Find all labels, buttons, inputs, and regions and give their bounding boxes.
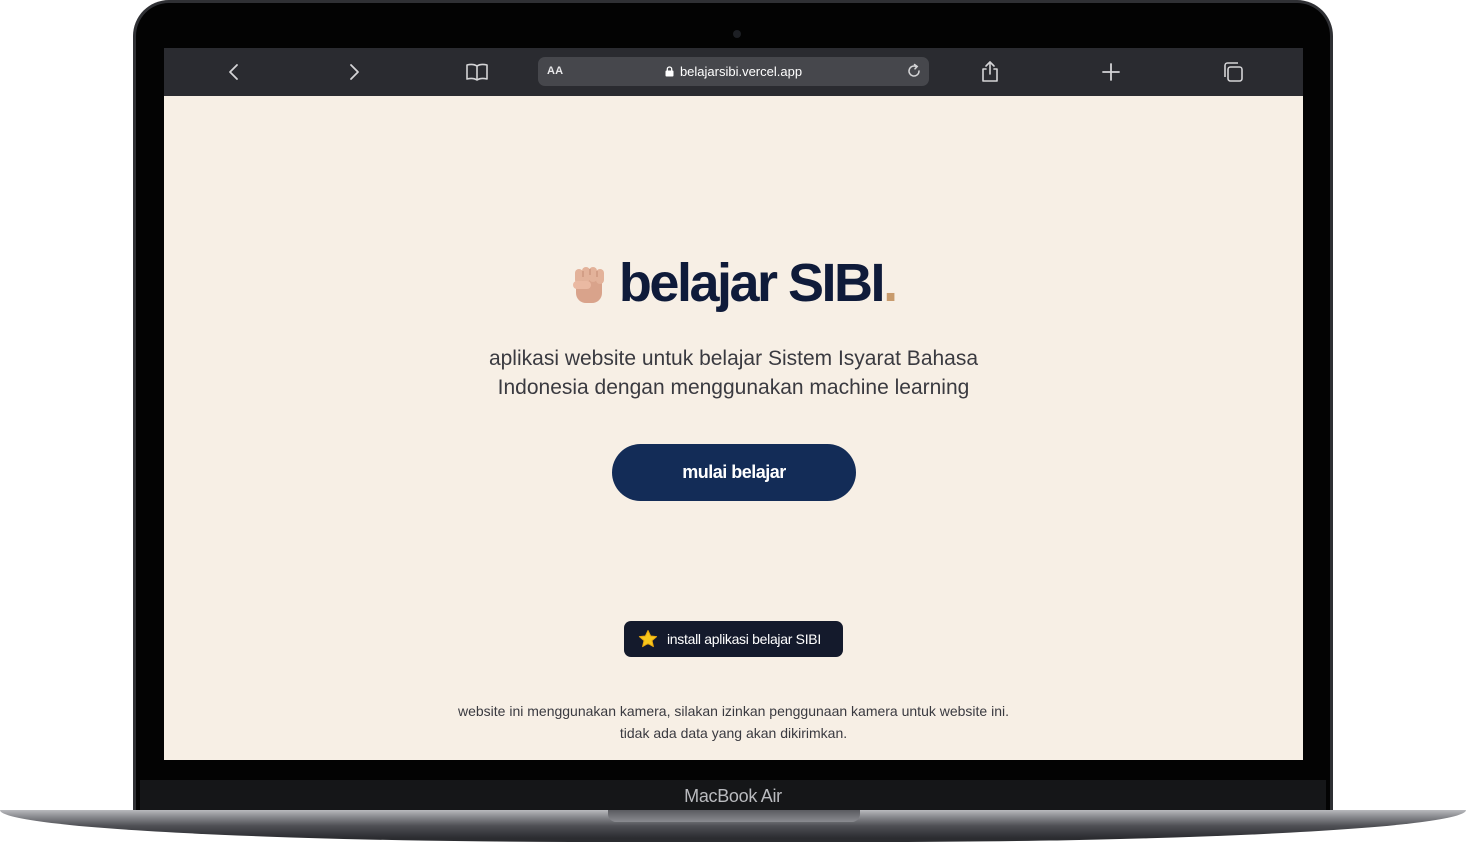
laptop-notch [608, 810, 860, 822]
browser-window: AA belajarsibi.vercel.app belajar SIBI. … [164, 48, 1303, 760]
bookmarks-icon[interactable] [465, 60, 489, 84]
web-page: belajar SIBI. aplikasi website untuk bel… [164, 96, 1303, 760]
camera-notice: website ini menggunakan kamera, silakan … [458, 703, 1009, 741]
forward-icon[interactable] [342, 60, 366, 84]
star-icon [638, 630, 658, 648]
url-display[interactable]: belajarsibi.vercel.app [538, 64, 929, 79]
lock-icon [665, 66, 674, 77]
url-text: belajarsibi.vercel.app [679, 64, 803, 79]
tabs-icon[interactable] [1221, 60, 1245, 84]
brand-title: belajar SIBI [618, 253, 886, 313]
device-label: MacBook Air [684, 786, 782, 806]
new-tab-icon[interactable] [1099, 60, 1123, 84]
share-icon[interactable] [978, 60, 1002, 84]
back-icon[interactable] [222, 60, 246, 84]
webcam [733, 30, 741, 38]
start-learning-button[interactable]: mulai belajar [612, 444, 856, 501]
address-bar[interactable]: AA belajarsibi.vercel.app [538, 57, 929, 86]
brand-dot: . [883, 253, 899, 313]
install-app-button[interactable]: install aplikasi belajar SIBI [624, 621, 843, 657]
browser-toolbar: AA belajarsibi.vercel.app [164, 48, 1303, 96]
reload-icon[interactable] [905, 62, 923, 80]
raised-fist-icon [572, 267, 604, 303]
install-app-label: install aplikasi belajar SIBI [667, 631, 821, 647]
tagline: aplikasi website untuk belajar Sistem Is… [488, 347, 979, 399]
brand-logo: belajar SIBI. [164, 252, 1303, 322]
